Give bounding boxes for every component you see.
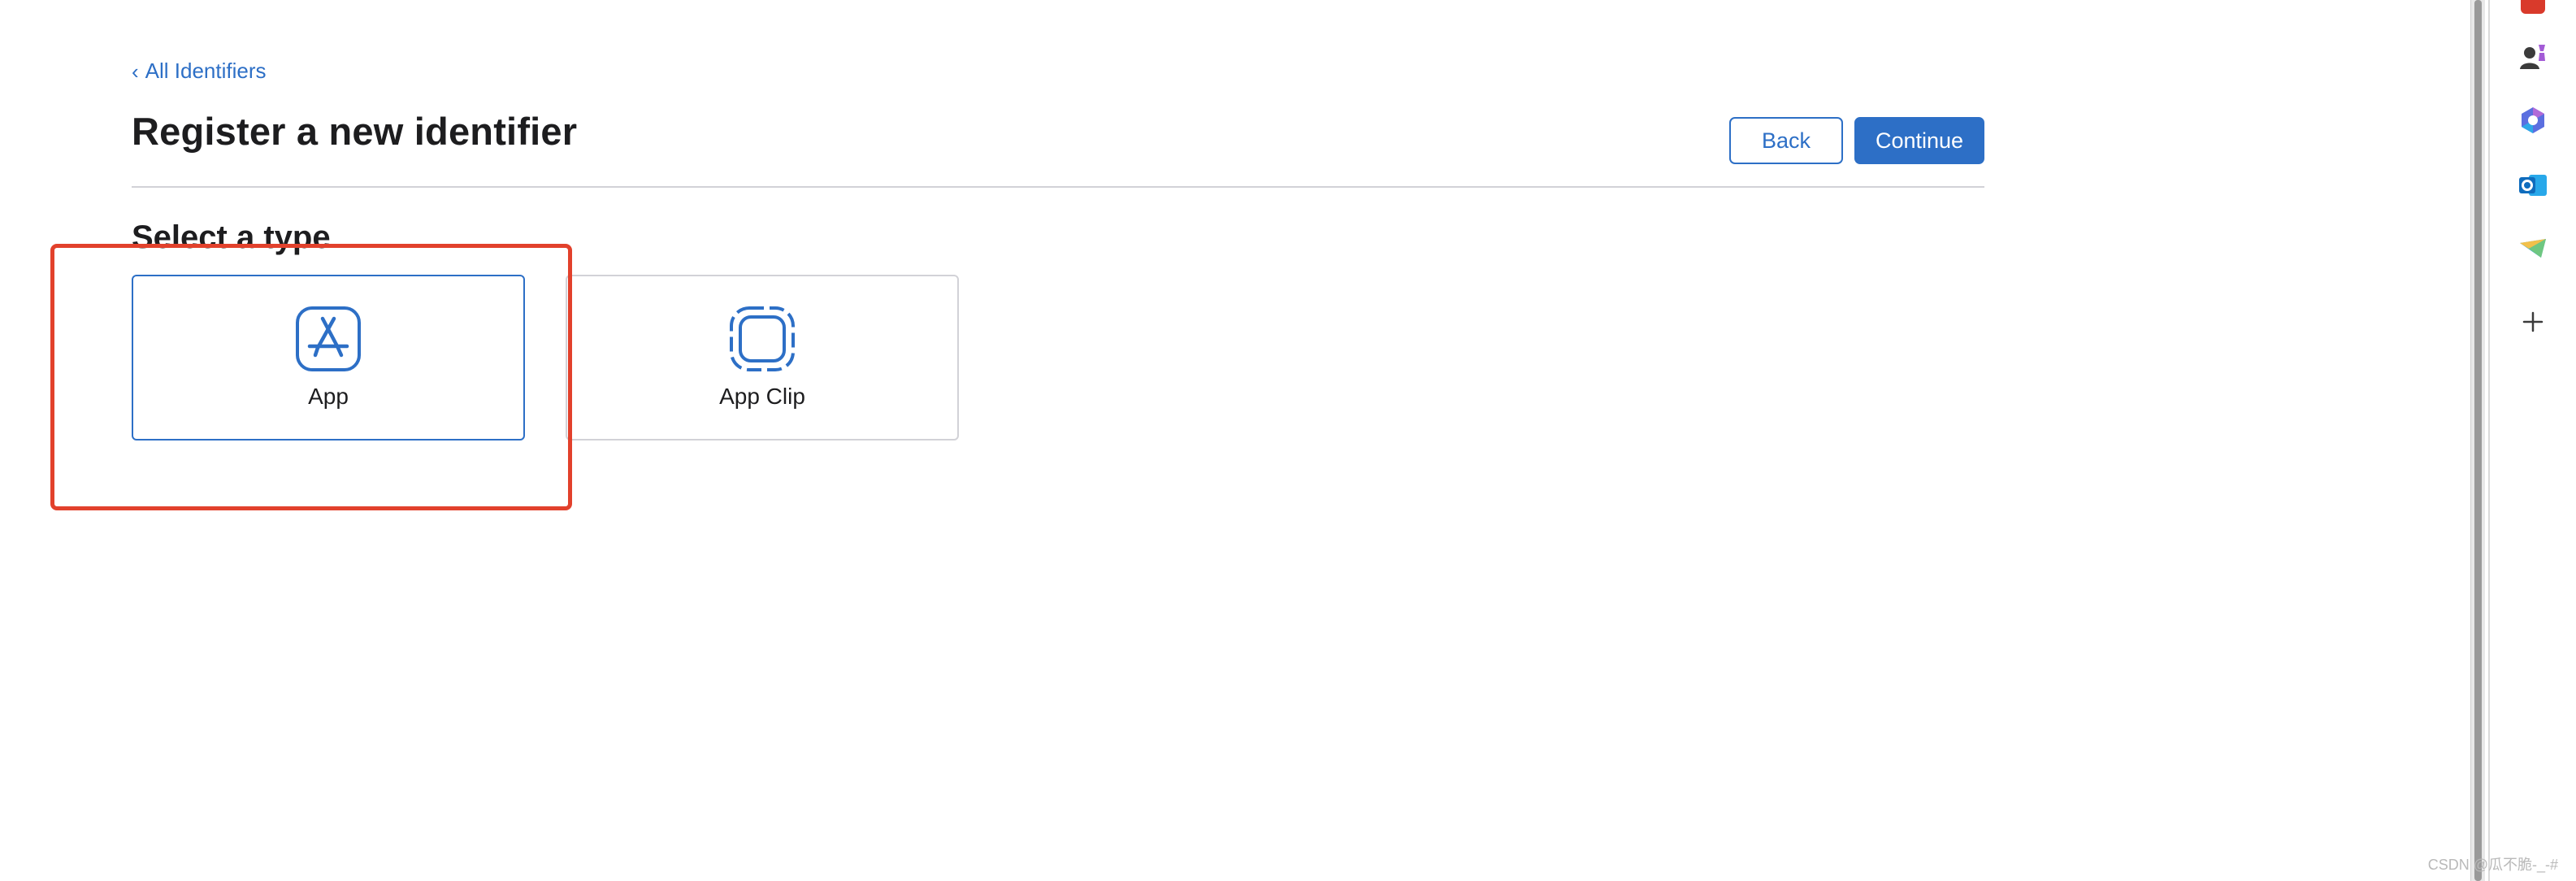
outlook-icon[interactable] <box>2517 169 2549 202</box>
back-button[interactable]: Back <box>1729 117 1843 164</box>
plus-icon[interactable] <box>2517 306 2549 338</box>
type-card-app-clip[interactable]: App Clip <box>566 275 959 440</box>
scrollbar[interactable] <box>2470 0 2485 881</box>
telegram-icon[interactable] <box>2517 232 2549 265</box>
type-card-app[interactable]: App <box>132 275 525 440</box>
header-divider <box>132 186 1984 188</box>
red-app-icon[interactable] <box>2517 0 2549 18</box>
watermark: CSDN @瓜不脆-_-# <box>2427 857 2558 873</box>
continue-button[interactable]: Continue <box>1854 117 1984 164</box>
type-card-label: App <box>308 384 349 409</box>
section-title: Select a type <box>132 219 331 255</box>
type-card-label: App Clip <box>719 384 805 409</box>
scrollbar-thumb[interactable] <box>2474 0 2482 881</box>
main-content: ‹ All Identifiers Register a new identif… <box>0 0 2470 881</box>
copilot-icon[interactable] <box>2517 104 2549 137</box>
page-title: Register a new identifier <box>132 110 578 153</box>
users-icon[interactable] <box>2517 41 2549 73</box>
breadcrumb-all-identifiers[interactable]: ‹ All Identifiers <box>132 59 267 84</box>
chevron-left-icon: ‹ <box>132 59 139 84</box>
app-store-icon <box>295 306 362 372</box>
app-clip-icon <box>729 306 796 372</box>
browser-sidebar <box>2490 0 2576 881</box>
breadcrumb-label: All Identifiers <box>145 59 267 83</box>
